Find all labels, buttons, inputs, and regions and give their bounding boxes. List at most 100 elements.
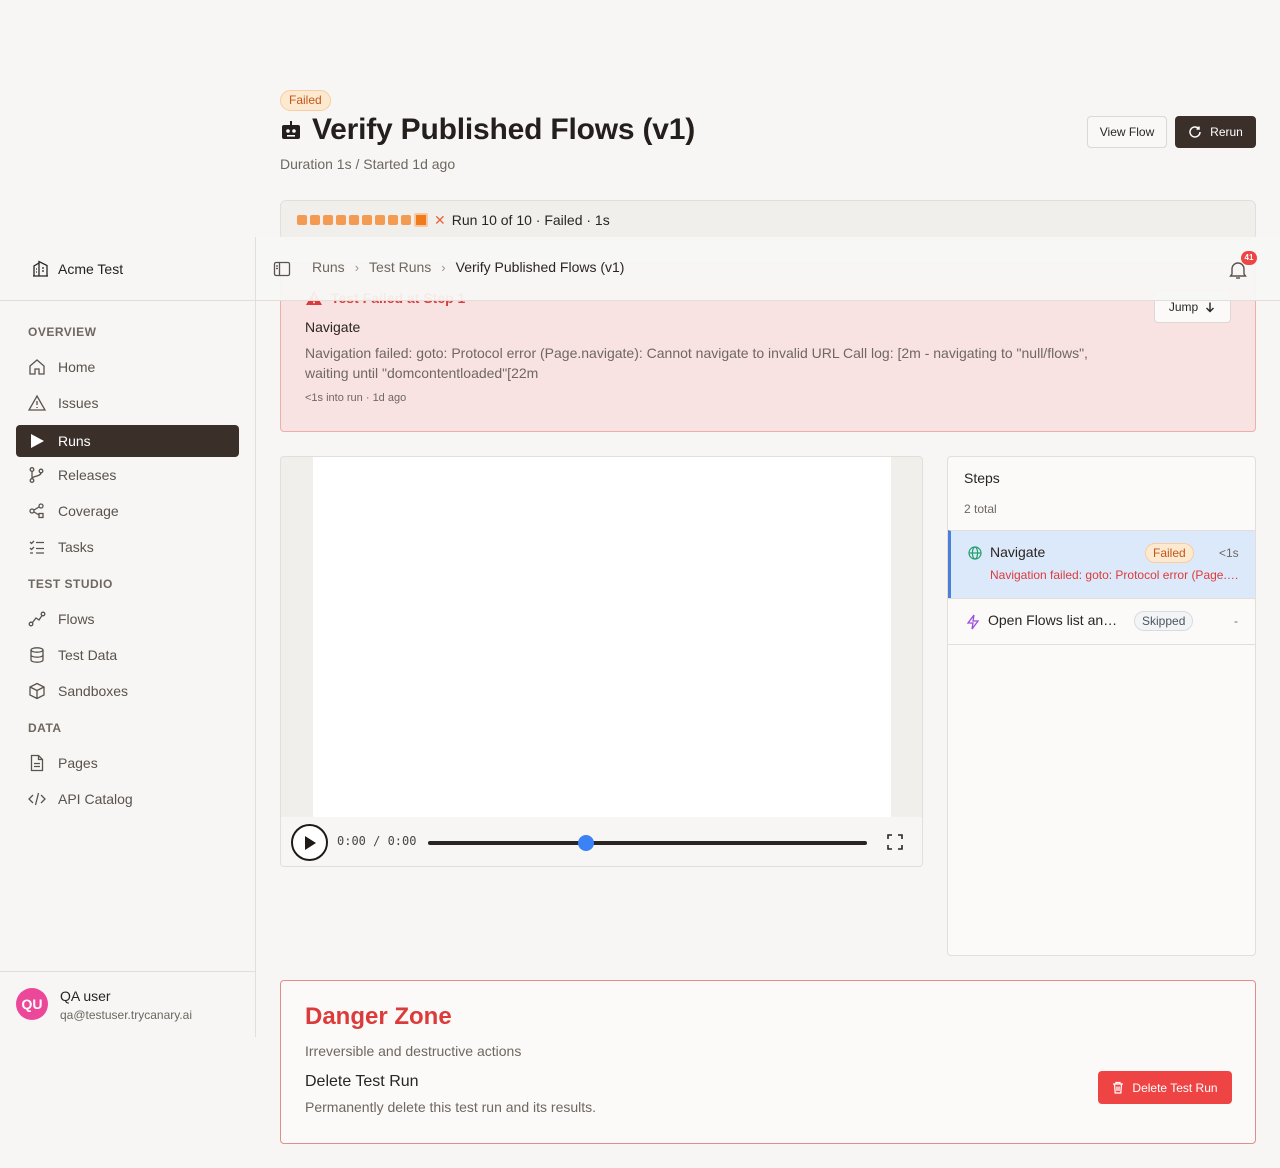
- steps-panel: Steps 2 total Navigate Failed <1s Naviga…: [947, 456, 1256, 956]
- video-player: 0:00 / 0:00: [280, 456, 923, 867]
- delete-label: Delete Test Run: [1132, 1081, 1217, 1095]
- failed-x-icon: ✕: [434, 212, 446, 229]
- run-dot[interactable]: [362, 215, 372, 225]
- building-icon: [32, 260, 49, 277]
- file-icon: [28, 754, 46, 772]
- run-dot[interactable]: [375, 215, 385, 225]
- play-icon: [28, 432, 46, 450]
- breadcrumb-runs[interactable]: Runs: [312, 259, 345, 275]
- trash-icon: [1112, 1081, 1124, 1094]
- sidebar-item-issues[interactable]: Issues: [16, 387, 239, 419]
- delete-run-description: Permanently delete this test run and its…: [305, 1099, 596, 1115]
- delete-test-run-button[interactable]: Delete Test Run: [1098, 1071, 1232, 1104]
- arrow-down-icon: [1204, 301, 1216, 313]
- breadcrumb-current: Verify Published Flows (v1): [456, 259, 625, 275]
- scrubber-thumb[interactable]: [578, 835, 594, 851]
- step-row-open-flows[interactable]: Open Flows list and verify published flo…: [948, 598, 1256, 645]
- sidebar-item-test-data[interactable]: Test Data: [16, 639, 239, 671]
- lightning-icon: [966, 614, 980, 630]
- avatar: QU: [16, 988, 48, 1020]
- sidebar-item-api-catalog[interactable]: API Catalog: [16, 783, 239, 815]
- sidebar-item-label: Flows: [58, 611, 95, 627]
- steps-title: Steps: [964, 470, 1000, 486]
- sidebar-toggle-icon[interactable]: [273, 260, 291, 278]
- play-button[interactable]: [291, 824, 328, 861]
- step-status-badge: Failed: [1145, 543, 1194, 563]
- run-dot[interactable]: [414, 213, 428, 227]
- section-data: DATA: [28, 721, 62, 735]
- rerun-label: Rerun: [1210, 125, 1243, 139]
- sidebar-item-sandboxes[interactable]: Sandboxes: [16, 675, 239, 707]
- breadcrumb-test-runs[interactable]: Test Runs: [369, 259, 431, 275]
- status-badge: Failed: [280, 90, 331, 111]
- sidebar-item-home[interactable]: Home: [16, 351, 239, 383]
- error-message: Navigation failed: goto: Protocol error …: [305, 343, 1115, 383]
- run-dot[interactable]: [297, 215, 307, 225]
- sidebar-item-label: Pages: [58, 755, 98, 771]
- delete-run-title: Delete Test Run: [305, 1073, 419, 1091]
- page-title-row: Verify Published Flows (v1): [280, 113, 695, 147]
- workspace-brand[interactable]: Acme Test: [0, 237, 255, 301]
- video-controls: 0:00 / 0:00: [281, 817, 923, 867]
- coverage-icon: [28, 502, 46, 520]
- git-branch-icon: [28, 466, 46, 484]
- sidebar-item-label: Tasks: [58, 539, 94, 555]
- run-duration: Duration 1s / Started 1d ago: [280, 156, 455, 172]
- section-overview: OVERVIEW: [28, 325, 96, 339]
- run-dot[interactable]: [336, 215, 346, 225]
- sidebar-item-runs[interactable]: Runs: [16, 425, 239, 457]
- robot-icon: [280, 119, 302, 141]
- video-scrubber[interactable]: [428, 841, 867, 845]
- run-dot[interactable]: [388, 215, 398, 225]
- run-dot[interactable]: [310, 215, 320, 225]
- run-dot[interactable]: [323, 215, 333, 225]
- sidebar: Acme Test OVERVIEW Home Issues Runs Rele…: [0, 237, 256, 1037]
- sidebar-item-label: Home: [58, 359, 95, 375]
- sidebar-item-pages[interactable]: Pages: [16, 747, 239, 779]
- sidebar-item-label: Issues: [58, 395, 98, 411]
- run-dot[interactable]: [401, 215, 411, 225]
- video-time: 0:00 / 0:00: [337, 834, 416, 848]
- error-meta: <1s into run · 1d ago: [305, 392, 406, 404]
- step-duration: <1s: [1219, 546, 1239, 560]
- jump-label: Jump: [1169, 300, 1198, 314]
- flow-icon: [28, 610, 46, 628]
- breadcrumb: Runs › Test Runs › Verify Published Flow…: [312, 259, 624, 275]
- run-dots: [297, 213, 428, 227]
- sidebar-item-coverage[interactable]: Coverage: [16, 495, 239, 527]
- sidebar-item-flows[interactable]: Flows: [16, 603, 239, 635]
- sidebar-item-label: Test Data: [58, 647, 117, 663]
- sidebar-item-label: Sandboxes: [58, 683, 128, 699]
- danger-description: Irreversible and destructive actions: [305, 1043, 521, 1059]
- danger-title: Danger Zone: [305, 1003, 452, 1031]
- home-icon: [28, 358, 46, 376]
- sidebar-item-releases[interactable]: Releases: [16, 459, 239, 491]
- sidebar-item-label: Coverage: [58, 503, 119, 519]
- workspace-name: Acme Test: [58, 261, 123, 277]
- step-row-navigate[interactable]: Navigate Failed <1s Navigation failed: g…: [948, 530, 1256, 598]
- box-icon: [28, 682, 46, 700]
- run-dot[interactable]: [349, 215, 359, 225]
- top-bar: Runs › Test Runs › Verify Published Flow…: [256, 237, 1280, 301]
- fullscreen-icon[interactable]: [887, 834, 903, 850]
- globe-icon: [968, 546, 982, 560]
- danger-zone: Danger Zone Irreversible and destructive…: [280, 980, 1256, 1144]
- sidebar-item-tasks[interactable]: Tasks: [16, 531, 239, 563]
- play-icon: [303, 835, 317, 851]
- error-step-name: Navigate: [305, 319, 360, 335]
- section-test-studio: TEST STUDIO: [28, 577, 113, 591]
- step-name: Navigate: [990, 544, 1130, 560]
- step-name: Open Flows list and verify published flo…: [988, 612, 1120, 628]
- refresh-icon: [1188, 125, 1202, 139]
- tasks-icon: [28, 538, 46, 556]
- database-icon: [28, 646, 46, 664]
- sidebar-item-label: API Catalog: [58, 791, 133, 807]
- view-flow-button[interactable]: View Flow: [1087, 116, 1167, 148]
- chevron-right-icon: ›: [355, 260, 359, 275]
- page-title: Verify Published Flows (v1): [312, 113, 695, 147]
- user-email: qa@testuser.trycanary.ai: [60, 1008, 192, 1022]
- rerun-button[interactable]: Rerun: [1175, 116, 1256, 148]
- video-screen[interactable]: [313, 457, 891, 817]
- chevron-right-icon: ›: [441, 260, 445, 275]
- user-profile[interactable]: QU QA user qa@testuser.trycanary.ai: [0, 971, 255, 1037]
